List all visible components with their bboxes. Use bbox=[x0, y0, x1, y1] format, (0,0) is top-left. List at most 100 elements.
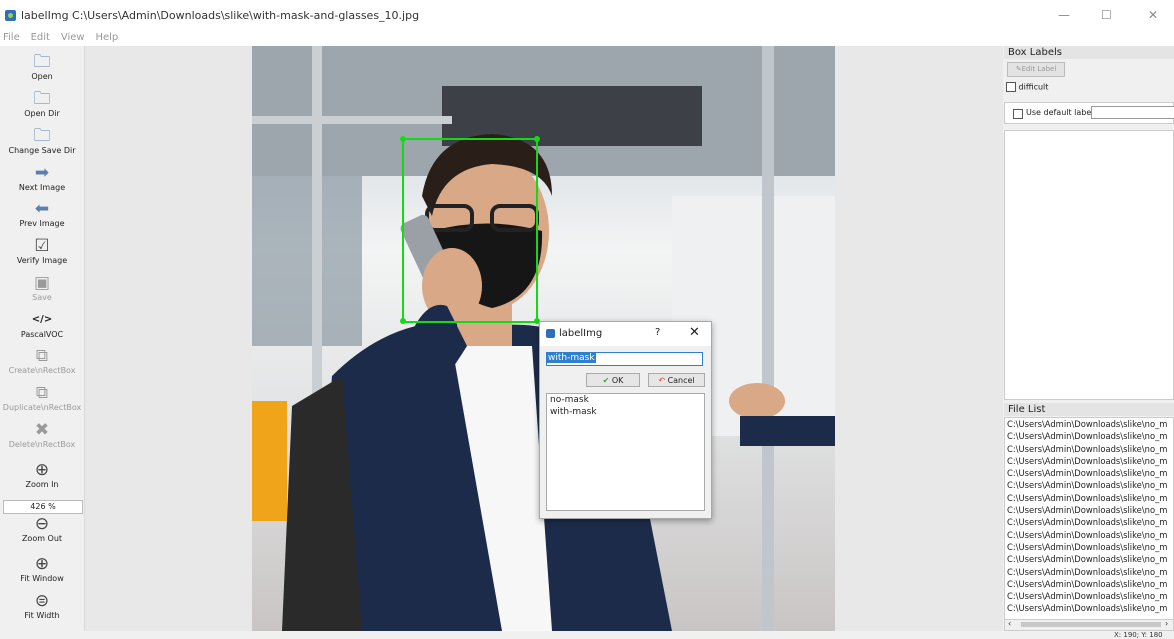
file-list-item[interactable]: C:\Users\Admin\Downloads\slike\no_m bbox=[1005, 553, 1173, 565]
bbox-handle-bottom-left[interactable] bbox=[400, 318, 406, 324]
folder-open-icon: 🗀 bbox=[33, 89, 51, 109]
fit-width-icon: ⊜ bbox=[34, 591, 50, 611]
folder-open-icon: 🗀 bbox=[33, 126, 51, 146]
delete-rectbox-button[interactable]: ✖ Delete\nRectBox bbox=[0, 420, 84, 449]
file-list-item[interactable]: C:\Users\Admin\Downloads\slike\no_m bbox=[1005, 602, 1173, 614]
arrow-left-icon: ⬅ bbox=[34, 199, 50, 219]
create-box-icon: ⧉ bbox=[35, 346, 49, 366]
file-list-item[interactable]: C:\Users\Admin\Downloads\slike\no_m bbox=[1005, 479, 1173, 491]
horizontal-scrollbar[interactable]: ‹ › bbox=[1005, 619, 1173, 630]
check-icon: ✔ bbox=[602, 376, 610, 385]
menu-edit[interactable]: Edit bbox=[31, 32, 50, 44]
close-button[interactable]: ✕ bbox=[1148, 8, 1158, 22]
bounding-box[interactable] bbox=[402, 138, 538, 323]
open-button[interactable]: 🗀 Open bbox=[0, 52, 84, 81]
undo-arrow-icon: ↶ bbox=[658, 376, 666, 385]
file-list-item[interactable]: C:\Users\Admin\Downloads\slike\no_m bbox=[1005, 504, 1173, 516]
window-title: labelImg C:\Users\Admin\Downloads\slike\… bbox=[21, 9, 420, 22]
labelimg-app-icon bbox=[5, 10, 16, 21]
file-list-item[interactable]: C:\Users\Admin\Downloads\slike\no_m bbox=[1005, 418, 1173, 430]
box-labels-title: Box Labels bbox=[1004, 46, 1174, 59]
cancel-label: Cancel bbox=[667, 376, 695, 385]
scroll-left-icon[interactable]: ‹ bbox=[1008, 619, 1011, 628]
list-item[interactable]: no-mask bbox=[547, 394, 704, 406]
scroll-right-icon[interactable]: › bbox=[1165, 619, 1168, 628]
label-input-value: with-mask bbox=[547, 353, 596, 363]
dialog-help-button[interactable]: ? bbox=[655, 327, 660, 338]
zoom-spinbox[interactable]: 426 % bbox=[3, 500, 83, 514]
open-label: Open bbox=[31, 72, 53, 81]
cancel-button[interactable]: ↶ Cancel bbox=[648, 373, 705, 387]
label-options-list: no-mask with-mask bbox=[546, 393, 705, 511]
fit-window-icon: ⊕ bbox=[34, 554, 50, 574]
cursor-coordinates: X: 190; Y: 180 bbox=[1114, 631, 1163, 639]
menu-file[interactable]: File bbox=[3, 32, 20, 44]
file-list-item[interactable]: C:\Users\Admin\Downloads\slike\no_m bbox=[1005, 516, 1173, 528]
file-list-item[interactable]: C:\Users\Admin\Downloads\slike\no_m bbox=[1005, 541, 1173, 553]
bbox-handle-top-left[interactable] bbox=[400, 136, 406, 142]
menu-bar: File Edit View Help bbox=[0, 32, 1174, 46]
scrollbar-thumb[interactable] bbox=[1021, 622, 1161, 627]
fit-width-button[interactable]: ⊜ Fit Width bbox=[0, 591, 84, 620]
verify-image-label: Verify Image bbox=[16, 256, 68, 265]
zoom-in-label: Zoom In bbox=[25, 480, 59, 489]
label-dialog: labelImg ? ✕ with-mask ✔ OK ↶ Cancel no-… bbox=[539, 321, 712, 519]
arrow-right-icon: ➡ bbox=[34, 163, 50, 183]
list-item[interactable]: with-mask bbox=[547, 406, 704, 418]
label-input[interactable]: with-mask bbox=[546, 352, 703, 366]
dialog-close-button[interactable]: ✕ bbox=[689, 325, 700, 340]
edit-label-text: Edit Label bbox=[1021, 65, 1057, 73]
use-default-label-checkbox[interactable] bbox=[1013, 109, 1023, 119]
edit-label-button[interactable]: ✎Edit Label bbox=[1007, 62, 1065, 77]
checkbox-checked-icon: ☑ bbox=[34, 236, 50, 256]
minimize-button[interactable]: — bbox=[1058, 8, 1070, 22]
delete-rectbox-label: Delete\nRectBox bbox=[8, 440, 76, 449]
save-label: Save bbox=[32, 293, 52, 302]
file-list-item[interactable]: C:\Users\Admin\Downloads\slike\no_m bbox=[1005, 455, 1173, 467]
duplicate-rectbox-label: Duplicate\nRectBox bbox=[2, 403, 82, 412]
verify-image-button[interactable]: ☑ Verify Image bbox=[0, 236, 84, 265]
difficult-label: difficult bbox=[1018, 82, 1049, 92]
file-list-item[interactable]: C:\Users\Admin\Downloads\slike\no_m bbox=[1005, 590, 1173, 602]
dialog-title: labelImg bbox=[559, 328, 603, 339]
file-list-item[interactable]: C:\Users\Admin\Downloads\slike\no_m bbox=[1005, 492, 1173, 504]
zoom-out-icon: ⊖ bbox=[34, 514, 50, 534]
open-dir-button[interactable]: 🗀 Open Dir bbox=[0, 89, 84, 118]
difficult-checkbox[interactable]: difficult bbox=[1006, 82, 1048, 92]
default-label-row: Use default label bbox=[1004, 102, 1174, 124]
menu-help[interactable]: Help bbox=[95, 32, 118, 44]
fit-window-label: Fit Window bbox=[20, 574, 64, 583]
save-button[interactable]: ▣ Save bbox=[0, 273, 84, 302]
right-panel: Box Labels ✎Edit Label difficult Use def… bbox=[1004, 46, 1174, 631]
file-list-item[interactable]: C:\Users\Admin\Downloads\slike\no_m bbox=[1005, 467, 1173, 479]
zoom-out-button[interactable]: ⊖ Zoom Out bbox=[0, 514, 84, 543]
duplicate-rectbox-button[interactable]: ⧉ Duplicate\nRectBox bbox=[0, 383, 84, 412]
create-rectbox-button[interactable]: ⧉ Create\nRectBox bbox=[0, 346, 84, 375]
bbox-handle-top-right[interactable] bbox=[534, 136, 540, 142]
default-label-input[interactable] bbox=[1091, 106, 1174, 119]
change-save-dir-button[interactable]: 🗀 Change Save Dir bbox=[0, 126, 84, 155]
file-list-item[interactable]: C:\Users\Admin\Downloads\slike\no_m bbox=[1005, 443, 1173, 455]
fit-window-button[interactable]: ⊕ Fit Window bbox=[0, 554, 84, 583]
ok-button[interactable]: ✔ OK bbox=[586, 373, 640, 387]
file-list-item[interactable]: C:\Users\Admin\Downloads\slike\no_m bbox=[1005, 578, 1173, 590]
prev-image-label: Prev Image bbox=[19, 219, 65, 228]
file-list-item[interactable]: C:\Users\Admin\Downloads\slike\no_m bbox=[1005, 529, 1173, 541]
format-pascalvoc-button[interactable]: </> PascalVOC bbox=[0, 310, 84, 339]
ok-label: OK bbox=[611, 376, 624, 385]
box-labels-list[interactable] bbox=[1004, 130, 1174, 400]
delete-x-icon: ✖ bbox=[34, 420, 50, 440]
zoom-out-label: Zoom Out bbox=[21, 534, 63, 543]
file-list[interactable]: C:\Users\Admin\Downloads\slike\no_m C:\Us… bbox=[1004, 417, 1174, 631]
open-dir-label: Open Dir bbox=[24, 109, 60, 118]
file-list-title: File List bbox=[1004, 403, 1174, 416]
maximize-button[interactable]: ☐ bbox=[1101, 8, 1112, 22]
left-toolbar: 🗀 Open 🗀 Open Dir 🗀 Change Save Dir ➡ Ne… bbox=[0, 46, 85, 631]
folder-open-icon: 🗀 bbox=[33, 52, 51, 72]
menu-view[interactable]: View bbox=[61, 32, 85, 44]
file-list-item[interactable]: C:\Users\Admin\Downloads\slike\no_m bbox=[1005, 566, 1173, 578]
next-image-button[interactable]: ➡ Next Image bbox=[0, 163, 84, 192]
prev-image-button[interactable]: ⬅ Prev Image bbox=[0, 199, 84, 228]
file-list-item[interactable]: C:\Users\Admin\Downloads\slike\no_m bbox=[1005, 430, 1173, 442]
zoom-in-button[interactable]: ⊕ Zoom In bbox=[0, 460, 84, 489]
